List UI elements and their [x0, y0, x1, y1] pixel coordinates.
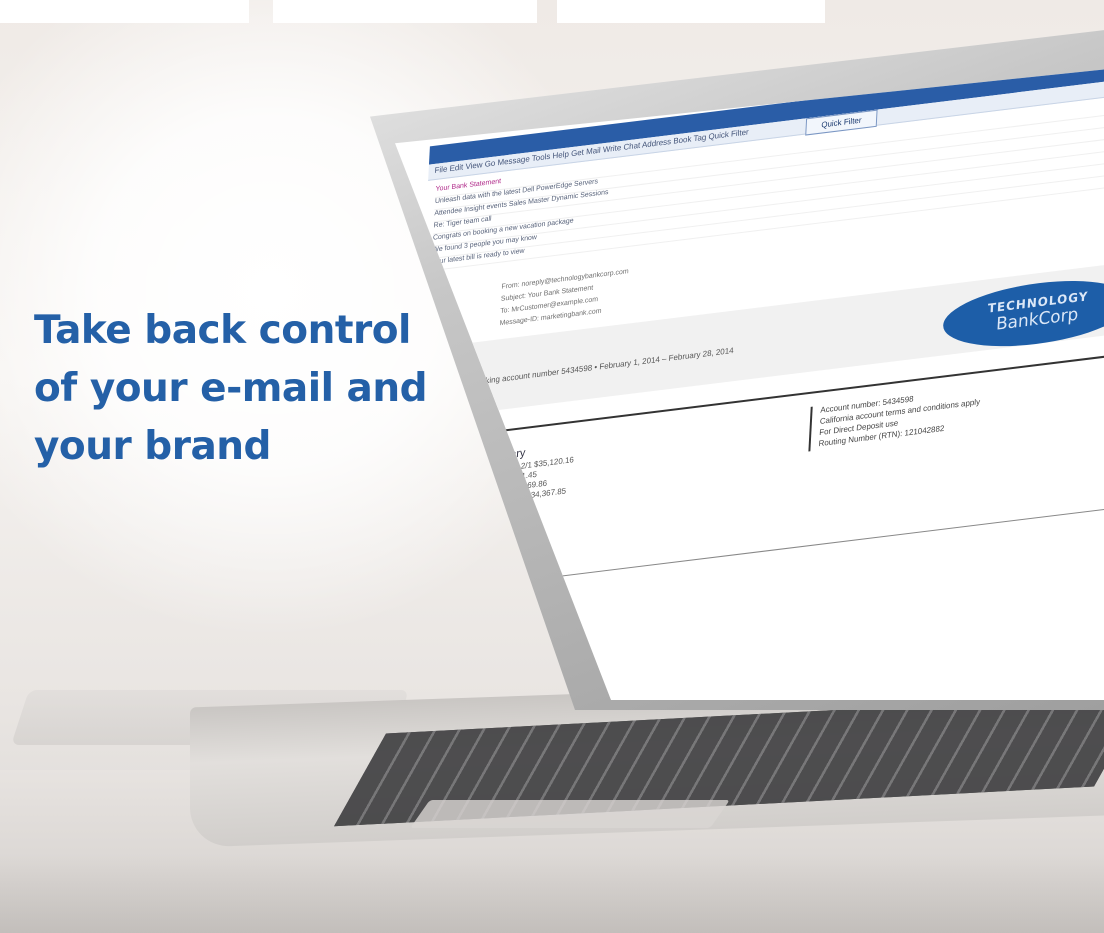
top-tab — [273, 0, 537, 23]
desk-shadow — [0, 855, 1104, 933]
headline-line: of your e-mail and — [34, 366, 428, 411]
hero-headline: Take back control of your e-mail and you… — [34, 302, 464, 476]
laptop-screen: File Edit View Go Message Tools Help Get… — [395, 60, 1104, 700]
laptop-trackpad — [410, 800, 730, 828]
top-tab — [557, 0, 825, 23]
headline-line: your brand — [34, 424, 271, 469]
hero-scene: File Edit View Go Message Tools Help Get… — [0, 0, 1104, 933]
headline-line: Take back control — [34, 308, 411, 353]
account-info: Account number: 5434598 California accou… — [808, 369, 1104, 452]
top-tab — [0, 0, 249, 23]
